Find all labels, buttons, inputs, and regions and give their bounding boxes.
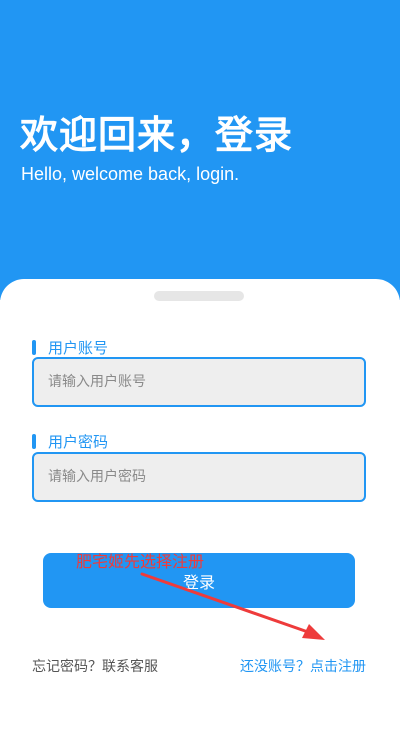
password-label: 用户密码 (32, 432, 109, 451)
page-subtitle: Hello, welcome back, login. (21, 164, 240, 184)
login-button-label: 登录 (182, 572, 215, 592)
forgot-password-link[interactable]: 忘记密码？联系客服 (32, 656, 158, 676)
username-input[interactable] (32, 357, 366, 407)
username-label: 用户账号 (32, 338, 109, 357)
register-link[interactable]: 还没账号？点击注册 (240, 656, 366, 676)
drag-handle (154, 291, 244, 301)
page-title: 欢迎回来，登录 (20, 113, 294, 157)
password-input[interactable] (32, 452, 366, 502)
label-accent-bar (32, 433, 36, 449)
annotation-note: 肥宅姬先选择注册 (76, 552, 205, 571)
password-label-text: 用户密码 (48, 432, 109, 451)
username-label-text: 用户账号 (48, 338, 109, 357)
label-accent-bar (32, 339, 36, 355)
header-banner: 欢迎回来，登录 Hello, welcome back, login. (0, 0, 400, 300)
